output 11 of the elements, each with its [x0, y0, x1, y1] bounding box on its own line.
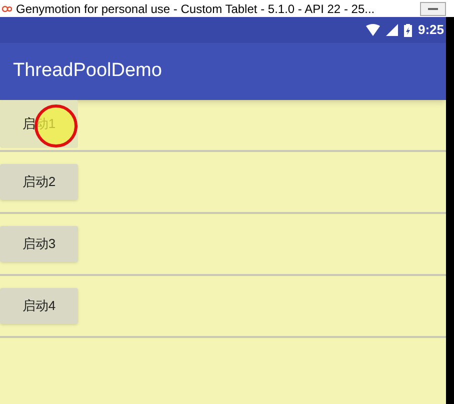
window-title: Genymotion for personal use - Custom Tablet - 5.1.0 - API 22 - 25...: [16, 2, 375, 14]
app-icon: [2, 4, 12, 12]
start-button[interactable]: 启动4: [0, 288, 78, 324]
signal-icon: [386, 24, 398, 36]
wifi-icon: [366, 24, 380, 36]
status-time: 9:25: [418, 21, 444, 40]
minimize-button[interactable]: [420, 2, 446, 16]
start-button[interactable]: 启动3: [0, 226, 78, 262]
battery-icon: [404, 24, 412, 36]
app-title: ThreadPoolDemo: [13, 59, 162, 84]
start-button[interactable]: 启动2: [0, 164, 78, 200]
